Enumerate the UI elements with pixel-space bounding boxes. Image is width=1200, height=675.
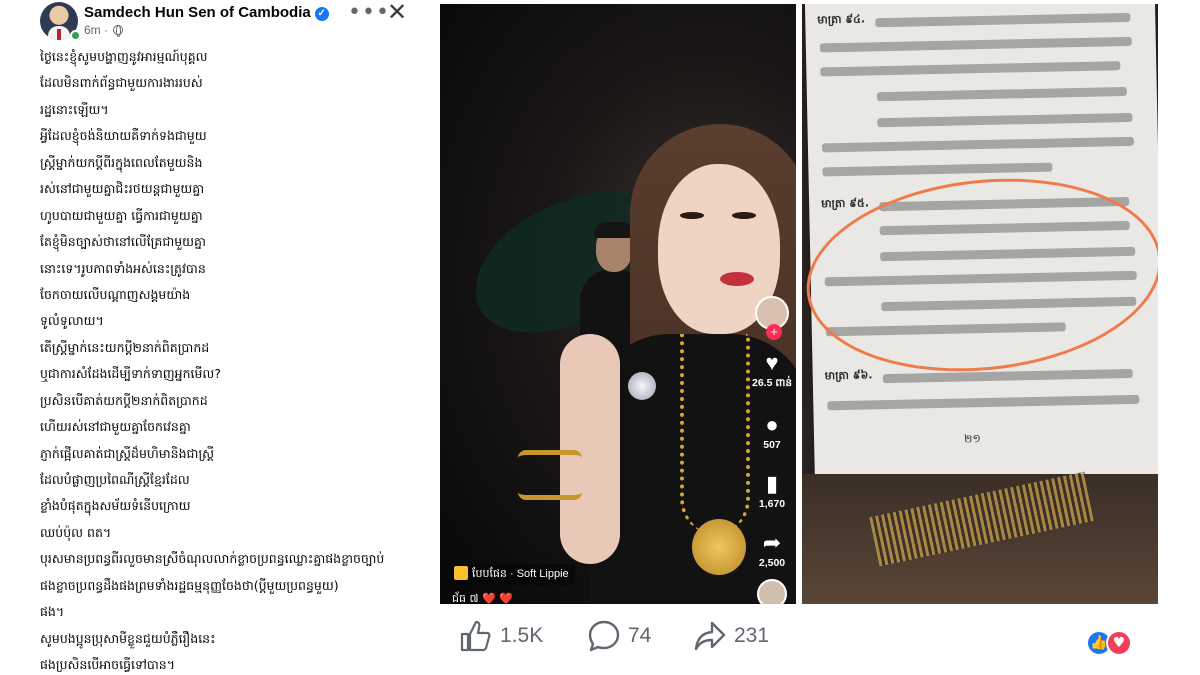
share-count: 231 [734,624,770,647]
close-button[interactable]: ✕ [387,0,407,26]
post-text-line: បុរសមានប្រពន្ធពីរលួចមានស្រីចំណុលលាក់ខ្លា… [40,551,385,567]
post-text-line: នោះទេ។រូបភាពទាំងអស់នេះត្រូវបាន [40,260,206,276]
woman-eye [732,212,756,219]
video-like-item[interactable]: ♥ 26.5 ពាន់ [750,352,794,392]
article-heading: មាត្រា ៩៥. [820,196,870,211]
effect-icon [454,566,468,580]
text-line [822,162,1053,177]
post-text-line: ផង។ [40,604,65,620]
bookmark-icon[interactable]: ▮ [750,473,794,495]
post-meta: 6m · [84,23,124,37]
author-name[interactable]: Samdech Hun Sen of Cambodia [84,4,311,21]
video-screenshot[interactable]: + ♥ 26.5 ពាន់ ● 507 ▮ 1,670 ➦ 2,500 បែបផ… [440,4,796,604]
thumbs-up-icon[interactable] [458,618,494,654]
post-text: ថ្ងៃនេះខ្ញុំសូមបង្ហាញនូវអារម្មណ៍បុគ្គល ដ… [40,44,425,675]
post-text-line: ឈប់ប៉ុល ពត។ [40,524,112,540]
article-heading: មាត្រា ៩៤. [817,12,866,27]
video-comment-count: 507 [763,439,781,451]
video-like-count: 26.5 ពាន់ [751,377,793,389]
comment-button[interactable]: 74 [586,618,651,658]
love-reaction-icon: ♥ [1106,630,1132,656]
post-text-line: រស់នៅជាមួយគ្នាជិះរថយន្តជាមួយគ្នា [40,181,205,197]
text-line [876,86,1127,102]
online-status-dot [70,30,81,41]
video-save-count: 1,670 [758,498,786,510]
post-text-line: សូមបងប្អូនប្រុសាមីខ្លួនជួយបំភ្លឺរឿងនេះ [40,630,216,646]
globe-icon [113,25,124,37]
post-text-line: អ្វីដែលខ្ញុំចង់និយាយគឺទាក់ទងជាមួយ [40,128,207,144]
text-line [827,394,1140,411]
post-panel: Samdech Hun Sen of Cambodia ✓ 6m · ••• ✕ … [0,0,430,675]
heart-icon[interactable]: ♥ [750,352,794,374]
text-line [821,136,1134,153]
post-header: Samdech Hun Sen of Cambodia ✓ 6m · ••• ✕ [40,0,410,42]
creator-avatar[interactable]: + [755,296,789,340]
effect-label-text: បែបផែន · Soft Lippie [472,568,569,580]
post-time[interactable]: 6m [84,23,101,37]
author-name-row[interactable]: Samdech Hun Sen of Cambodia ✓ [84,4,329,21]
reaction-icons[interactable]: 👍 ♥ [1086,630,1142,660]
comment-count: 74 [628,624,652,647]
share-icon[interactable] [692,618,728,654]
post-text-line: ឬជាការសំដែងដើម្បីទាក់ទាញអ្នកមើល? [40,366,221,382]
post-text-line: ថ្ងៃនេះខ្ញុំសូមបង្ហាញនូវអារម្មណ៍បុគ្គល [40,49,208,64]
document-photo[interactable]: មាត្រា ៩៤. មាត្រា ៩៥. មាត្រា ៩៦. ២១ [802,4,1158,604]
more-options-button[interactable]: ••• [348,0,390,25]
share-arrow-icon[interactable]: ➦ [750,532,794,554]
post-text-line: ខ្លាំងបំផុតក្នុងសម័យទំនើបក្រោយ [40,498,191,514]
video-save-item[interactable]: ▮ 1,670 [750,473,794,511]
man-hair [594,222,634,238]
video-share-count: 2,500 [758,557,786,569]
like-button[interactable]: 1.5K [458,618,543,658]
post-text-line: ផងប្រសិនបើអាចធ្វើទៅបាន។ [40,657,175,673]
post-text-line: ដែលបំផ្លាញប្រពៃណីស្ត្រីខ្មែរដែល [40,472,190,487]
woman-eye [680,212,704,219]
post-text-line: តើស្ត្រីម្នាក់នេះយកប្តី២នាក់ពិតប្រាកដ [40,339,210,355]
video-caption: ជ័ធ ៧ ❤️ ❤️ [452,592,513,604]
post-text-line: ផងខ្លាចប្រពន្ធដឹងផងព្រមទាំងរដ្ឋធម្មនុញ្ញ… [40,577,339,593]
comment-icon[interactable] [586,618,622,654]
text-line [877,112,1133,128]
article-heading: មាត្រា ៩៦. [824,368,873,383]
text-line [820,61,1121,77]
post-text-line: ដែលមិនពាក់ព័ន្ធជាមួយការងាររបស់ [40,75,203,91]
post-text-line: ភ្ញាក់ផ្អើលគាត់ជាស្ត្រីដ៏មហិមានិងជាស្ត្រ… [40,445,215,461]
text-line [819,36,1132,53]
post-text-line: រដ្ឋនោះឡើយ។ [40,101,109,117]
post-action-bar: 1.5K 74 231 👍 ♥ [440,610,1158,670]
follow-plus-icon[interactable]: + [766,324,782,340]
text-line [882,368,1133,384]
gold-bangles [518,450,582,500]
diamond-ring [628,372,656,400]
post-text-line: តែខ្ញុំមិនច្បាស់ថានៅលើគ្រែជាមួយគ្នា [40,234,206,250]
sound-disc-icon[interactable] [757,579,787,604]
post-text-line: ទូលំទូលាយ។ [40,313,104,329]
avatar-tie [57,29,61,40]
post-text-line: ចែកចាយលើបណ្តាញសង្គមយ៉ាង [40,286,191,302]
gold-pendant [692,519,746,575]
post-text-line: ស្ត្រីម្នាក់យកប្តីពីរក្នុងពេលតែមួយនិង [40,154,203,170]
like-count: 1.5K [500,624,544,647]
woman-lips [720,272,754,286]
post-text-line: ហើយរស់នៅជាមួយគ្នាចែកវេនគ្នា [40,419,191,435]
video-comment-item[interactable]: ● 507 [750,414,794,452]
verified-badge-icon: ✓ [314,7,329,21]
post-text-line: ហូបបាយជាមួយគ្នា ធ្វើការជាមួយគ្នា [40,207,203,223]
comment-bubble-icon[interactable]: ● [750,414,794,436]
post-text-line: ប្រសិនបើគាត់យកប្តី២នាក់ពិតប្រាកដ [40,392,208,408]
video-action-rail: + ♥ 26.5 ពាន់ ● 507 ▮ 1,670 ➦ 2,500 [750,296,794,604]
page-number: ២១ [963,432,981,446]
gold-necklace [680,334,750,534]
woman-arm [560,334,620,564]
share-button[interactable]: 231 [692,618,769,658]
video-share-item[interactable]: ➦ 2,500 [750,532,794,570]
text-line [875,12,1131,28]
effect-label[interactable]: បែបផែន · Soft Lippie [452,564,575,585]
